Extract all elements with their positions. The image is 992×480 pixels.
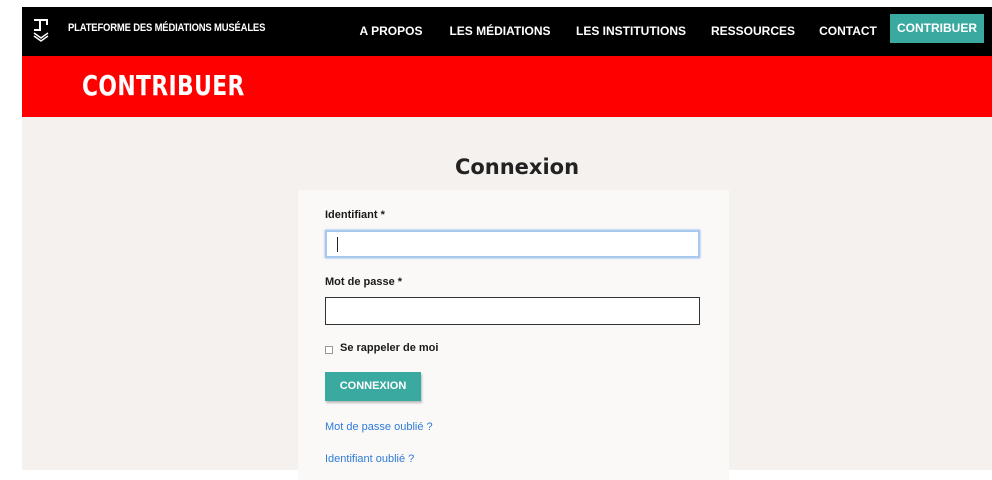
site-name[interactable]: PLATEFORME DES MÉDIATIONS MUSÉALES: [68, 22, 265, 34]
connexion-button[interactable]: CONNEXION: [325, 372, 421, 401]
nav-contact[interactable]: CONTACT: [817, 7, 879, 56]
username-label: Identifiant *: [325, 209, 385, 221]
username-input[interactable]: [325, 230, 700, 258]
forgot-password-link[interactable]: Mot de passe oublié ?: [325, 421, 433, 433]
nav-a-propos[interactable]: A PROPOS: [358, 7, 424, 56]
site-logo-icon[interactable]: [32, 19, 50, 43]
nav-les-mediations[interactable]: LES MÉDIATIONS: [448, 7, 552, 56]
password-label: Mot de passe *: [325, 276, 403, 288]
nav-les-institutions[interactable]: LES INSTITUTIONS: [575, 7, 687, 56]
top-navigation-bar: PLATEFORME DES MÉDIATIONS MUSÉALES A PRO…: [22, 7, 992, 56]
page-title: CONTRIBUER: [82, 69, 245, 102]
forgot-username-link[interactable]: Identifiant oublié ?: [325, 453, 414, 465]
login-form: Identifiant * Mot de passe * Se rappeler…: [298, 190, 729, 480]
login-heading: Connexion: [454, 155, 580, 179]
remember-me-label[interactable]: Se rappeler de moi: [340, 342, 438, 354]
nav-ressources[interactable]: RESSOURCES: [710, 7, 796, 56]
remember-me-checkbox[interactable]: [325, 346, 333, 354]
page-banner: CONTRIBUER: [22, 56, 992, 117]
password-input[interactable]: [325, 297, 700, 325]
nav-contribuer[interactable]: CONTRIBUER: [890, 14, 984, 43]
main-content: Connexion Identifiant * Mot de passe * S…: [22, 117, 992, 480]
text-caret: [337, 237, 338, 252]
